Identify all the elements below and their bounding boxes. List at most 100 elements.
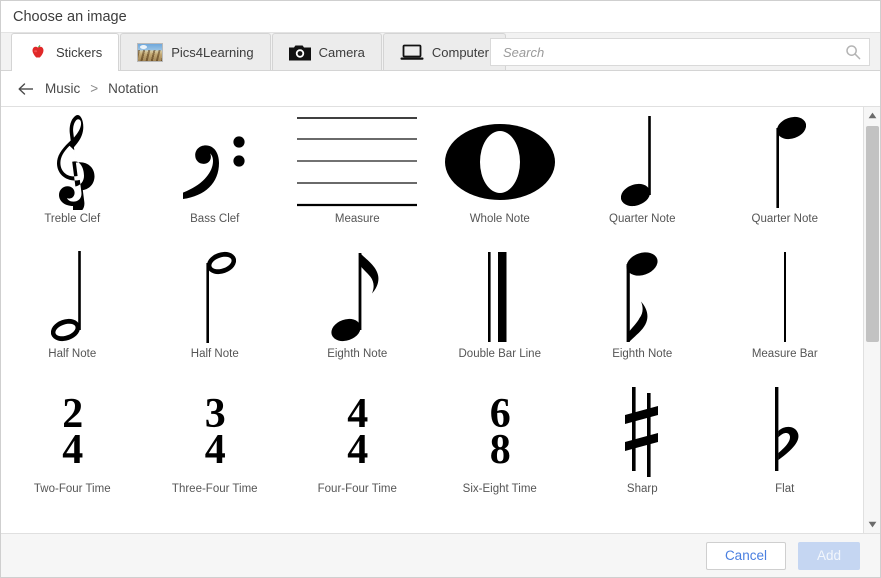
- vertical-scrollbar[interactable]: [863, 107, 880, 533]
- time-signature-glyph: 68: [489, 393, 511, 473]
- grid-viewport: Treble Clef Bass Clef Measure Whole Note…: [1, 107, 863, 533]
- image-grid-item[interactable]: Eighth Note: [571, 242, 714, 377]
- image-grid-item[interactable]: Half Note: [1, 242, 144, 377]
- time-signature-icon: 34: [144, 383, 287, 481]
- image-grid-item[interactable]: Eighth Note: [286, 242, 429, 377]
- sharp-icon: [571, 383, 714, 481]
- image-grid-item-label: Half Note: [48, 348, 97, 360]
- image-grid-item[interactable]: Measure: [286, 107, 429, 242]
- chevron-down-icon[interactable]: [863, 516, 880, 533]
- image-grid: Treble Clef Bass Clef Measure Whole Note…: [1, 107, 856, 533]
- time-signature-icon: 44: [286, 383, 429, 481]
- partial-rest-icon: [714, 518, 857, 533]
- whole-note-icon: [429, 113, 572, 211]
- image-grid-item-label: Six-Eight Time: [462, 483, 537, 495]
- image-grid-item[interactable]: 6 8 Six-Eight Time: [429, 377, 572, 512]
- image-grid-item-label: Treble Clef: [44, 213, 101, 225]
- partial-stem-icon: [1, 518, 144, 533]
- tab-computer[interactable]: Computer: [382, 33, 506, 70]
- tab-camera[interactable]: Camera: [271, 33, 382, 70]
- image-grid-item[interactable]: [1, 512, 144, 533]
- image-grid-item-label: Eighth Note: [612, 348, 673, 360]
- breadcrumb-root[interactable]: Music: [45, 81, 80, 96]
- cancel-button[interactable]: Cancel: [705, 541, 786, 570]
- image-grid-item[interactable]: 3 4 Three-Four Time: [144, 377, 287, 512]
- tab-label: Stickers: [56, 45, 103, 60]
- image-grid-item[interactable]: Whole Note: [429, 107, 572, 242]
- search-box[interactable]: [490, 38, 870, 66]
- image-grid-item[interactable]: 2 4 Two-Four Time: [1, 377, 144, 512]
- time-signature-icon: 24: [1, 383, 144, 481]
- search-input[interactable]: [501, 43, 845, 61]
- image-grid-item[interactable]: [144, 512, 287, 533]
- time-signature-bottom: 4: [62, 427, 83, 473]
- image-grid-item-label: Eighth Note: [327, 348, 388, 360]
- camera-icon: [288, 44, 311, 61]
- breadcrumb-separator: >: [90, 81, 99, 96]
- staff-icon: [286, 113, 429, 211]
- back-arrow-icon[interactable]: [17, 81, 35, 97]
- partial-flag-icon: [429, 518, 572, 533]
- image-grid-item-label: Measure Bar: [751, 348, 818, 360]
- image-grid-item[interactable]: Sharp: [571, 377, 714, 512]
- image-grid-item[interactable]: Bass Clef: [144, 107, 287, 242]
- image-grid-item[interactable]: Quarter Note: [714, 107, 857, 242]
- image-grid-item-label: Flat: [775, 483, 795, 495]
- image-grid-item-label: Double Bar Line: [458, 348, 541, 360]
- image-grid-item[interactable]: [286, 512, 429, 533]
- quarter-note-up-icon: [714, 113, 857, 211]
- search-icon[interactable]: [845, 44, 861, 60]
- treble-clef-icon: [1, 113, 144, 211]
- image-grid-item-label: Two-Four Time: [33, 483, 111, 495]
- partial-blank-icon: [286, 518, 429, 533]
- time-signature-glyph: 34: [205, 393, 226, 471]
- half-note-up-icon: [144, 248, 287, 346]
- search-container: [490, 38, 870, 66]
- dialog-title: Choose an image: [13, 8, 127, 25]
- quarter-note-down-icon: [571, 113, 714, 211]
- image-grid-item[interactable]: 4 4 Four-Four Time: [286, 377, 429, 512]
- eighth-note-down-icon: [571, 248, 714, 346]
- image-grid-item[interactable]: Flat: [714, 377, 857, 512]
- chevron-up-icon[interactable]: [863, 107, 880, 124]
- tab-pics4learning[interactable]: Pics4Learning: [120, 33, 271, 70]
- eighth-note-up-icon: [286, 248, 429, 346]
- photo-thumbnail-icon: [137, 42, 164, 62]
- image-grid-item[interactable]: Measure Bar: [714, 242, 857, 377]
- image-grid-item-label: Four-Four Time: [317, 483, 397, 495]
- scrollbar-thumb[interactable]: [865, 126, 879, 342]
- flat-icon: [714, 383, 857, 481]
- image-grid-item[interactable]: [429, 512, 572, 533]
- image-grid-item-label: Quarter Note: [609, 213, 676, 225]
- image-grid-item-label: Measure: [334, 213, 380, 225]
- choose-image-dialog: Choose an image Stickers Pics4Learning C…: [0, 0, 881, 578]
- tab-bar: Stickers Pics4Learning Camera Computer S…: [1, 33, 880, 71]
- image-grid-item[interactable]: [571, 512, 714, 533]
- laptop-icon: [400, 44, 424, 61]
- breadcrumb: Music > Notation: [1, 71, 880, 107]
- double-bar-line-icon: [429, 248, 572, 346]
- dialog-titlebar: Choose an image: [1, 1, 880, 33]
- apple-icon: [28, 43, 48, 63]
- tab-label: Camera: [318, 44, 365, 60]
- time-signature-bottom: 4: [347, 427, 368, 473]
- time-signature-glyph: 44: [347, 393, 368, 473]
- tab-stickers[interactable]: Stickers: [11, 33, 120, 71]
- image-grid-item-label: Bass Clef: [190, 213, 240, 225]
- partial-blank-icon: [144, 518, 287, 533]
- scrollbar-track[interactable]: [864, 124, 881, 516]
- half-note-down-icon: [1, 248, 144, 346]
- image-grid-item[interactable]: [714, 512, 857, 533]
- image-grid-item-label: Quarter Note: [751, 213, 818, 225]
- time-signature-bottom: 8: [489, 427, 511, 473]
- image-browser: Treble Clef Bass Clef Measure Whole Note…: [1, 107, 880, 533]
- image-grid-item[interactable]: Double Bar Line: [429, 242, 572, 377]
- time-signature-glyph: 24: [62, 393, 83, 473]
- image-grid-item[interactable]: Treble Clef: [1, 107, 144, 242]
- breadcrumb-current[interactable]: Notation: [108, 81, 158, 96]
- image-grid-item[interactable]: Half Note: [144, 242, 287, 377]
- image-grid-item[interactable]: Quarter Note: [571, 107, 714, 242]
- add-button[interactable]: Add: [797, 541, 860, 570]
- partial-note-rest-icon: [571, 518, 714, 533]
- dialog-footer: Cancel Add: [1, 533, 880, 577]
